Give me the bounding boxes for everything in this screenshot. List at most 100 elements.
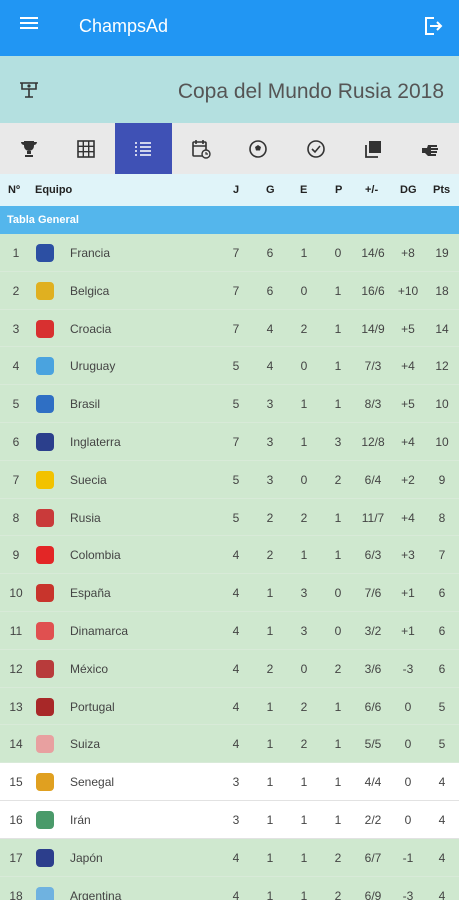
table-row[interactable]: 7 Suecia 5 3 0 2 6/4 +2 9 bbox=[0, 460, 459, 499]
pos-cell: 10 bbox=[9, 586, 23, 601]
goals-cell: 7/3 bbox=[364, 359, 382, 374]
tab-standings[interactable] bbox=[114, 123, 173, 174]
table-row[interactable]: 17 Japón 4 1 1 2 6/7 -1 4 bbox=[0, 838, 459, 877]
won-cell: 3 bbox=[266, 472, 274, 487]
world-cup-logo-icon bbox=[18, 80, 40, 105]
draw-cell: 2 bbox=[300, 699, 308, 714]
played-cell: 4 bbox=[232, 661, 240, 676]
pos-cell: 2 bbox=[12, 283, 20, 298]
table-row[interactable]: 6 Inglaterra 7 3 1 3 12/8 +4 10 bbox=[0, 422, 459, 461]
tab-pointer[interactable] bbox=[402, 123, 459, 174]
col-points: Pts bbox=[433, 184, 451, 196]
table-row[interactable]: 18 Argentina 4 1 1 2 6/9 -3 4 bbox=[0, 876, 459, 900]
pos-cell: 9 bbox=[12, 548, 20, 563]
team-flag-icon bbox=[36, 508, 54, 527]
played-cell: 5 bbox=[232, 359, 240, 374]
team-name: Japón bbox=[70, 850, 103, 865]
played-cell: 7 bbox=[232, 434, 240, 449]
lost-cell: 1 bbox=[334, 510, 342, 525]
points-cell: 5 bbox=[438, 737, 446, 752]
app-title: ChampsAd bbox=[79, 16, 169, 36]
points-cell: 9 bbox=[438, 472, 446, 487]
won-cell: 1 bbox=[266, 586, 274, 601]
logout-icon[interactable] bbox=[420, 14, 444, 38]
goal-diff-cell: -1 bbox=[402, 850, 414, 865]
table-row[interactable]: 16 Irán 3 1 1 1 2/2 0 4 bbox=[0, 800, 459, 839]
table-row[interactable]: 10 España 4 1 3 0 7/6 +1 6 bbox=[0, 574, 459, 612]
team-name: Senegal bbox=[70, 775, 115, 790]
lost-cell: 2 bbox=[334, 888, 342, 900]
played-cell: 7 bbox=[232, 283, 240, 298]
goals-cell: 3/2 bbox=[364, 623, 382, 638]
played-cell: 5 bbox=[232, 472, 240, 487]
tab-copy[interactable] bbox=[344, 123, 401, 174]
won-cell: 4 bbox=[266, 321, 274, 336]
goal-diff-cell: 0 bbox=[404, 699, 412, 714]
points-cell: 6 bbox=[438, 623, 446, 638]
goal-diff-cell: +4 bbox=[401, 510, 415, 525]
tab-results[interactable] bbox=[287, 123, 344, 174]
won-cell: 6 bbox=[266, 283, 274, 298]
col-goals: +/- bbox=[365, 184, 379, 196]
goal-diff-cell: +5 bbox=[401, 321, 415, 336]
table-row[interactable]: 3 Croacia 7 4 2 1 14/9 +5 14 bbox=[0, 309, 459, 348]
draw-cell: 3 bbox=[300, 586, 308, 601]
table-row[interactable]: 15 Senegal 3 1 1 1 4/4 0 4 bbox=[0, 763, 459, 801]
table-row[interactable]: 8 Rusia 5 2 2 1 11/7 +4 8 bbox=[0, 498, 459, 537]
goal-diff-cell: +10 bbox=[397, 283, 419, 298]
played-cell: 7 bbox=[232, 321, 240, 336]
col-pos: Nº bbox=[8, 184, 20, 196]
goal-diff-cell: +1 bbox=[401, 586, 415, 601]
table-row[interactable]: 1 Francia 7 6 1 0 14/6 +8 19 bbox=[0, 234, 459, 272]
lost-cell: 2 bbox=[334, 850, 342, 865]
tab-calendar[interactable] bbox=[172, 123, 229, 174]
points-cell: 6 bbox=[438, 661, 446, 676]
table-row[interactable]: 11 Dinamarca 4 1 3 0 3/2 +1 6 bbox=[0, 611, 459, 650]
team-flag-icon bbox=[36, 773, 54, 792]
soccer-ball-icon bbox=[249, 139, 267, 158]
pos-cell: 16 bbox=[9, 812, 23, 827]
won-cell: 1 bbox=[266, 623, 274, 638]
team-flag-icon bbox=[36, 584, 54, 603]
col-draw: E bbox=[300, 184, 308, 196]
table-row[interactable]: 4 Uruguay 5 4 0 1 7/3 +4 12 bbox=[0, 347, 459, 386]
played-cell: 5 bbox=[232, 510, 240, 525]
won-cell: 2 bbox=[266, 548, 274, 563]
menu-icon[interactable] bbox=[20, 14, 42, 36]
table-row[interactable]: 9 Colombia 4 2 1 1 6/3 +3 7 bbox=[0, 536, 459, 575]
pos-cell: 8 bbox=[12, 510, 20, 525]
table-row[interactable]: 12 México 4 2 0 2 3/6 -3 6 bbox=[0, 649, 459, 688]
played-cell: 4 bbox=[232, 888, 240, 900]
col-team: Equipo bbox=[35, 184, 73, 196]
team-flag-icon bbox=[36, 244, 54, 262]
check-circle-icon bbox=[306, 139, 325, 158]
won-cell: 2 bbox=[266, 661, 274, 676]
draw-cell: 0 bbox=[300, 283, 308, 298]
pos-cell: 14 bbox=[9, 737, 23, 752]
table-row[interactable]: 2 Belgica 7 6 0 1 16/6 +10 18 bbox=[0, 271, 459, 310]
pos-cell: 4 bbox=[12, 359, 20, 374]
lost-cell: 0 bbox=[334, 246, 342, 260]
played-cell: 5 bbox=[232, 397, 240, 412]
lost-cell: 1 bbox=[334, 359, 342, 374]
tab-grid[interactable] bbox=[57, 123, 114, 174]
tab-matches[interactable] bbox=[230, 123, 287, 174]
team-name: Dinamarca bbox=[70, 623, 129, 638]
competition-banner: Copa del Mundo Rusia 2018 bbox=[0, 56, 459, 123]
team-name: Colombia bbox=[70, 548, 121, 563]
team-flag-icon bbox=[36, 735, 54, 754]
competition-title: Copa del Mundo Rusia 2018 bbox=[177, 80, 444, 103]
team-name: México bbox=[70, 661, 109, 676]
won-cell: 1 bbox=[266, 737, 274, 752]
draw-cell: 1 bbox=[300, 850, 308, 865]
table-row[interactable]: 14 Suiza 4 1 2 1 5/5 0 5 bbox=[0, 725, 459, 764]
tab-trophy[interactable] bbox=[0, 123, 57, 174]
col-lost: P bbox=[335, 184, 343, 196]
table-row[interactable]: 13 Portugal 4 1 2 1 6/6 0 5 bbox=[0, 687, 459, 726]
table-row[interactable]: 5 Brasil 5 3 1 1 8/3 +5 10 bbox=[0, 385, 459, 423]
team-flag-icon bbox=[36, 319, 54, 338]
lost-cell: 0 bbox=[334, 586, 342, 601]
group-header: Tabla General bbox=[0, 206, 459, 234]
goals-cell: 3/6 bbox=[364, 661, 382, 676]
team-flag-icon bbox=[36, 659, 54, 678]
